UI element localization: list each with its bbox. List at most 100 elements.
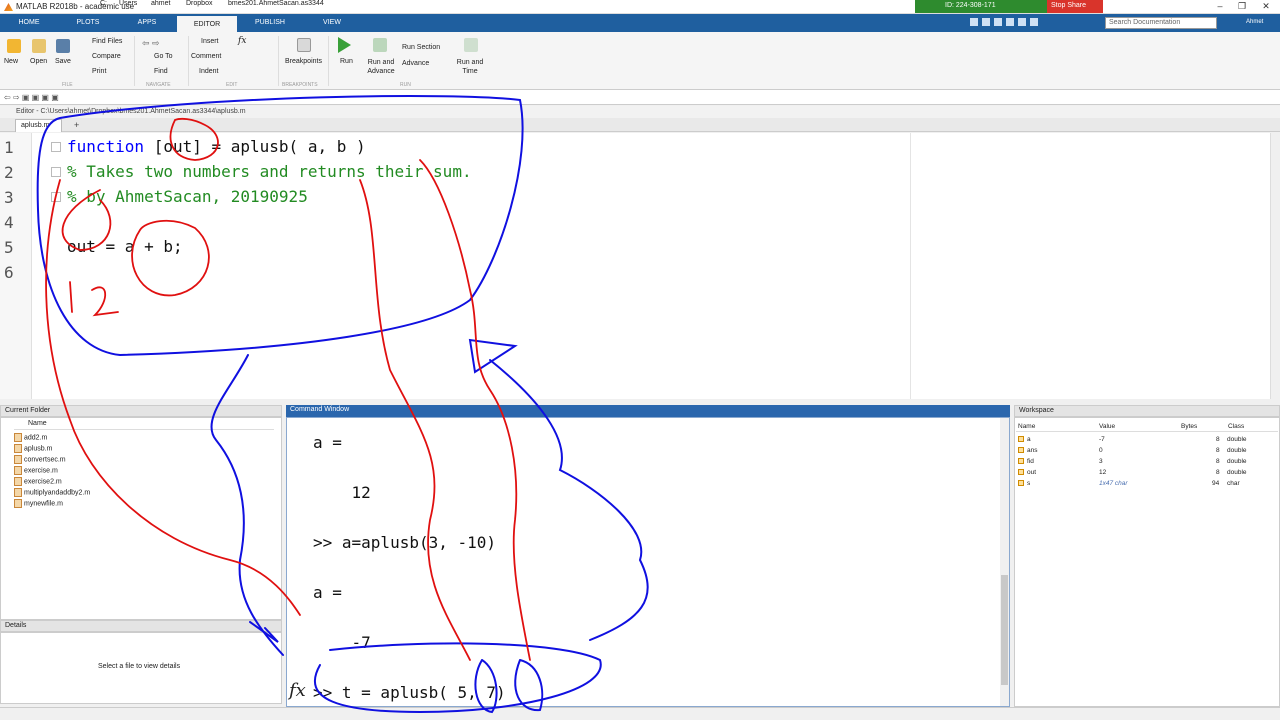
code-line-2[interactable]: % Takes two numbers and returns their su… <box>67 162 472 181</box>
code-fold-icon[interactable] <box>51 142 61 152</box>
indent-button[interactable]: Indent <box>199 68 218 75</box>
file-item[interactable]: multiplyandaddby2.m <box>14 488 90 497</box>
editor-scrollbar[interactable] <box>1270 133 1280 399</box>
details-header: Details <box>0 620 282 632</box>
path-nav-icon[interactable]: ⇦ ⇨ ▣ ▣ ▣ ▣ <box>4 93 59 102</box>
command-input[interactable]: >> t = aplusb( 5, 7) <box>313 683 506 702</box>
ws-col-name[interactable]: Name <box>1018 423 1035 430</box>
run-and-advance-button[interactable]: Run and Advance <box>366 58 396 76</box>
folder-name-column[interactable]: Name <box>14 420 274 430</box>
open-button[interactable]: Open <box>30 58 47 65</box>
print-button[interactable]: Print <box>92 68 106 75</box>
find-button[interactable]: Find <box>154 68 168 75</box>
minimize-icon[interactable]: – <box>1213 1 1227 11</box>
tab-editor[interactable]: EDITOR <box>177 14 237 32</box>
navigate-section-label: NAVIGATE <box>146 82 171 88</box>
fx-prompt-icon[interactable]: fx <box>289 680 306 701</box>
ws-class: double <box>1227 447 1247 454</box>
find-files-button[interactable]: Find Files <box>92 38 122 45</box>
save-button[interactable]: Save <box>55 58 71 65</box>
ws-bytes: 8 <box>1216 447 1220 454</box>
current-folder-header: Current Folder <box>0 405 282 417</box>
search-icon[interactable]: ⌕ <box>1207 17 1212 28</box>
fx-icon[interactable]: fx <box>238 36 246 46</box>
file-item[interactable]: convertsec.m <box>14 455 66 464</box>
path-crumb[interactable]: C: <box>100 0 107 7</box>
ws-col-class[interactable]: Class <box>1228 423 1244 430</box>
editor-tabs <box>0 118 1280 132</box>
file-item[interactable]: exercise.m <box>14 466 58 475</box>
close-icon[interactable]: ✕ <box>1259 1 1273 12</box>
m-file-icon <box>14 499 22 508</box>
comment-button[interactable]: Comment <box>191 53 221 60</box>
breakpoints-button[interactable]: Breakpoints <box>285 58 322 65</box>
user-name[interactable]: Ahmet <box>1246 19 1263 25</box>
new-button[interactable]: New <box>4 58 18 65</box>
ws-col-bytes[interactable]: Bytes <box>1181 423 1197 430</box>
m-file-icon <box>14 477 22 486</box>
path-crumb[interactable]: Dropbox <box>186 0 212 7</box>
code-line-3[interactable]: % by AhmetSacan, 20190925 <box>67 187 308 206</box>
keyword-function: function <box>67 137 145 156</box>
run-button[interactable]: Run <box>340 58 353 65</box>
ws-value: 1x47 char <box>1099 480 1128 487</box>
go-to-button[interactable]: Go To <box>154 53 173 60</box>
tab-home[interactable]: HOME <box>8 14 50 32</box>
compare-button[interactable]: Compare <box>92 53 121 60</box>
path-crumb[interactable]: ahmet <box>151 0 170 7</box>
table-row[interactable]: ans <box>1018 447 1037 454</box>
variable-icon <box>1018 447 1024 454</box>
table-row[interactable]: s <box>1018 480 1030 487</box>
tab-view[interactable]: VIEW <box>310 14 354 32</box>
window-title: MATLAB R2018b - academic use <box>16 2 135 11</box>
table-row[interactable]: fid <box>1018 458 1034 465</box>
m-file-icon <box>14 433 22 442</box>
ws-bytes: 8 <box>1216 436 1220 443</box>
maximize-icon[interactable]: ❐ <box>1235 1 1249 12</box>
editor-file-tab[interactable]: aplusb.m <box>15 119 62 132</box>
current-path-bar[interactable] <box>0 90 1280 105</box>
line-number: 6 <box>4 263 14 282</box>
code-fold-icon[interactable] <box>51 192 61 202</box>
back-forward-icon[interactable]: ⇦ ⇨ <box>142 38 160 49</box>
run-section-button[interactable]: Run Section <box>402 44 440 51</box>
run-and-time-button[interactable]: Run and Time <box>456 58 484 76</box>
breakpoints-icon <box>297 38 311 52</box>
insert-button[interactable]: Insert <box>201 38 219 45</box>
code-line-1[interactable]: function [out] = aplusb( a, b ) <box>67 137 366 156</box>
file-item[interactable]: add2.m <box>14 433 47 442</box>
tab-plots[interactable]: PLOTS <box>66 14 110 32</box>
ws-col-value[interactable]: Value <box>1099 423 1115 430</box>
matlab-logo-icon <box>4 3 13 11</box>
file-item[interactable]: exercise2.m <box>14 477 62 486</box>
add-tab-icon[interactable]: + <box>74 120 79 130</box>
right-margin-line <box>910 133 911 399</box>
editor-title: Editor - C:\Users\ahmet\Dropbox\bmes201.… <box>0 106 1280 118</box>
file-item[interactable]: aplusb.m <box>14 444 52 453</box>
variable-icon <box>1018 480 1024 487</box>
search-documentation-input[interactable]: Search Documentation <box>1105 17 1217 29</box>
variable-icon <box>1018 458 1024 465</box>
code-line-5[interactable]: out = a + b; <box>67 237 183 256</box>
stop-share-button[interactable]: Stop Share <box>1047 0 1103 13</box>
m-file-icon <box>14 488 22 497</box>
tab-apps[interactable]: APPS <box>126 14 168 32</box>
tab-publish[interactable]: PUBLISH <box>246 14 294 32</box>
table-row[interactable]: a <box>1018 436 1031 443</box>
file-item[interactable]: mynewfile.m <box>14 499 63 508</box>
editor-ribbon <box>0 32 1280 90</box>
advance-button[interactable]: Advance <box>402 60 429 67</box>
scrollbar-thumb[interactable] <box>1001 575 1008 685</box>
code-fold-icon[interactable] <box>51 167 61 177</box>
path-crumb[interactable]: bmes201.AhmetSacan.as3344 <box>228 0 324 7</box>
table-row[interactable]: out <box>1018 469 1036 476</box>
path-crumb[interactable]: Users <box>119 0 137 7</box>
breakpoints-section-label: BREAKPOINTS <box>282 82 318 88</box>
command-window[interactable] <box>286 417 1010 707</box>
workspace-header: Workspace <box>1014 405 1280 417</box>
run-icon <box>338 37 351 53</box>
edit-section-label: EDIT <box>226 82 238 88</box>
status-bar <box>0 707 1280 720</box>
code-text: [out] = aplusb( a, b ) <box>144 137 366 156</box>
variable-icon <box>1018 469 1024 476</box>
